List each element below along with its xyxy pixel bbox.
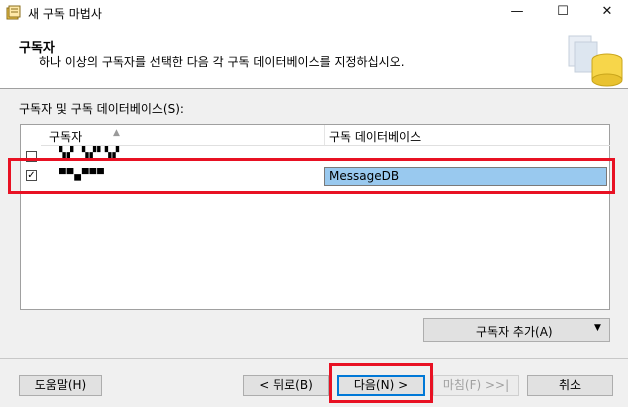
cancel-button[interactable]: 취소 — [527, 375, 613, 396]
finish-button[interactable]: 마침(F) >>| — [433, 375, 519, 396]
close-button[interactable]: ✕ — [584, 0, 628, 26]
subscription-database-cell[interactable]: MessageDB — [324, 167, 607, 186]
add-subscriber-button[interactable]: 구독자 추가(A) ▼ — [423, 318, 610, 342]
subscriber-name-redacted: ▚▞ ▚▞▘▚▞ — [59, 146, 120, 159]
column-header-subscriber[interactable]: 구독자 — [49, 128, 82, 145]
next-button[interactable]: 다음(N) > — [337, 375, 425, 396]
subscriber-list-label: 구독자 및 구독 데이터베이스(S): — [19, 102, 184, 116]
add-subscriber-label: 구독자 추가(A) — [476, 325, 553, 339]
wizard-header: 구독자 하나 이상의 구독자를 선택한 다음 각 구독 데이터베이스를 지정하십… — [0, 26, 628, 89]
table-row[interactable]: ▚▞ ▚▞▘▚▞ — [21, 146, 609, 164]
subscriber-checkbox[interactable] — [26, 151, 37, 162]
maximize-button[interactable]: ☐ — [540, 0, 586, 26]
column-separator[interactable] — [324, 125, 325, 145]
minimize-button[interactable]: — — [494, 0, 540, 26]
column-header-database[interactable]: 구독 데이터베이스 — [329, 128, 421, 145]
grid-header: 구독자 ▲ 구독 데이터베이스 — [41, 125, 610, 146]
subscriber-name-redacted: ▀▀▄▀▀▀ — [59, 168, 105, 181]
window-title: 새 구독 마법사 — [28, 7, 102, 21]
table-row[interactable]: ✓ ▀▀▄▀▀▀ MessageDB — [21, 165, 609, 187]
back-button[interactable]: < 뒤로(B) — [243, 375, 329, 396]
dropdown-arrow-icon: ▼ — [594, 323, 601, 333]
help-button[interactable]: 도움말(H) — [19, 375, 102, 396]
subscriber-grid[interactable]: 구독자 ▲ 구독 데이터베이스 ▚▞ ▚▞▘▚▞ ✓ ▀▀▄▀▀▀ Messag… — [20, 124, 610, 310]
page-description: 하나 이상의 구독자를 선택한 다음 각 구독 데이터베이스를 지정하십시오. — [39, 55, 405, 69]
database-cylinder-icon — [568, 35, 623, 87]
title-bar: 새 구독 마법사 — ☐ ✕ — [0, 0, 628, 26]
subscriber-checkbox[interactable]: ✓ — [26, 170, 37, 181]
footer-divider — [0, 358, 628, 359]
wizard-app-icon — [6, 5, 21, 20]
sort-ascending-icon: ▲ — [113, 128, 120, 138]
